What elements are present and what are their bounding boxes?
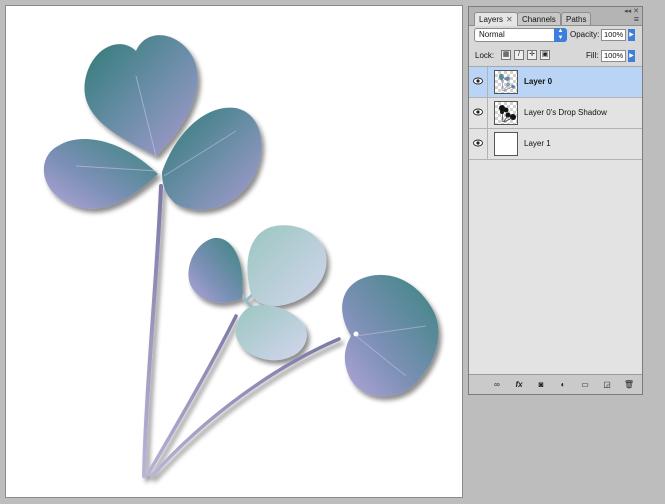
lock-fill-row: Lock: ▦ / ✛ ▣ Fill: 100% ▶ [469, 47, 642, 67]
layers-panel: Layers ✕ Channels Paths ◂◂ ✕ ≡ Normal ▲ ▼ … [468, 6, 643, 395]
tab-layers[interactable]: Layers ✕ [474, 12, 518, 26]
document-canvas[interactable] [5, 5, 463, 498]
tab-channels-label: Channels [522, 15, 556, 24]
visibility-toggle[interactable] [469, 98, 488, 128]
tab-layers-label: Layers [479, 15, 504, 24]
fill-slider-arrow-icon[interactable]: ▶ [628, 50, 635, 62]
lock-position-icon[interactable]: ✛ [527, 50, 537, 60]
trash-icon[interactable]: 🗑 [623, 379, 635, 390]
shadow-thumbnail [494, 101, 518, 125]
close-icon[interactable]: ✕ [506, 15, 513, 24]
lock-label: Lock: [475, 51, 495, 60]
panel-menu-icon[interactable]: ≡ [634, 15, 639, 24]
white-fill-thumbnail [494, 132, 518, 156]
layer-row-drop-shadow[interactable]: Layer 0's Drop Shadow [469, 98, 642, 129]
opacity-slider-arrow-icon[interactable]: ▶ [628, 29, 635, 41]
blend-mode-value: Normal [479, 30, 505, 39]
opacity-label: Opacity: [570, 30, 600, 39]
layer-name: Layer 0's Drop Shadow [524, 108, 607, 117]
layers-list-empty-area [469, 160, 642, 374]
group-folder-icon[interactable]: ▭ [579, 379, 591, 390]
link-layers-icon[interactable]: ∞ [491, 379, 503, 390]
eye-icon [473, 77, 483, 85]
adjustment-layer-icon[interactable]: ◐ [557, 379, 569, 390]
lock-transparent-icon[interactable]: ▦ [501, 50, 511, 60]
panel-tab-bar: Layers ✕ Channels Paths ◂◂ ✕ ≡ [469, 7, 642, 26]
panel-bottom-toolbar: ∞ fx ◙ ◐ ▭ ◲ 🗑 [469, 374, 642, 394]
lock-brush-icon[interactable]: / [514, 50, 524, 60]
fill-field[interactable]: 100% [601, 50, 626, 62]
leaf-artwork [43, 35, 439, 478]
fx-icon[interactable]: fx [513, 379, 525, 390]
blend-opacity-row: Normal ▲ ▼ Opacity: 100% ▶ [469, 25, 642, 47]
layer-mask-icon[interactable]: ◙ [535, 379, 547, 390]
lock-all-icon[interactable]: ▣ [540, 50, 550, 60]
layer-row-layer-0[interactable]: Layer 0 [469, 67, 642, 98]
eye-icon [473, 139, 483, 147]
fill-label: Fill: [586, 51, 599, 60]
opacity-field[interactable]: 100% [601, 29, 626, 41]
leaf-thumbnail [494, 70, 518, 94]
tab-paths[interactable]: Paths [561, 12, 592, 25]
tab-paths-label: Paths [566, 15, 587, 24]
new-layer-icon[interactable]: ◲ [601, 379, 613, 390]
layer-row-layer-1[interactable]: Layer 1 [469, 129, 642, 160]
select-arrows-icon: ▲ ▼ [554, 28, 567, 42]
layer-name: Layer 1 [524, 139, 551, 148]
visibility-toggle[interactable] [469, 129, 488, 159]
eye-icon [473, 108, 483, 116]
layer-name: Layer 0 [524, 77, 553, 86]
blend-mode-select[interactable]: Normal ▲ ▼ [474, 28, 567, 42]
tab-channels[interactable]: Channels [517, 12, 561, 25]
visibility-toggle[interactable] [469, 67, 488, 97]
